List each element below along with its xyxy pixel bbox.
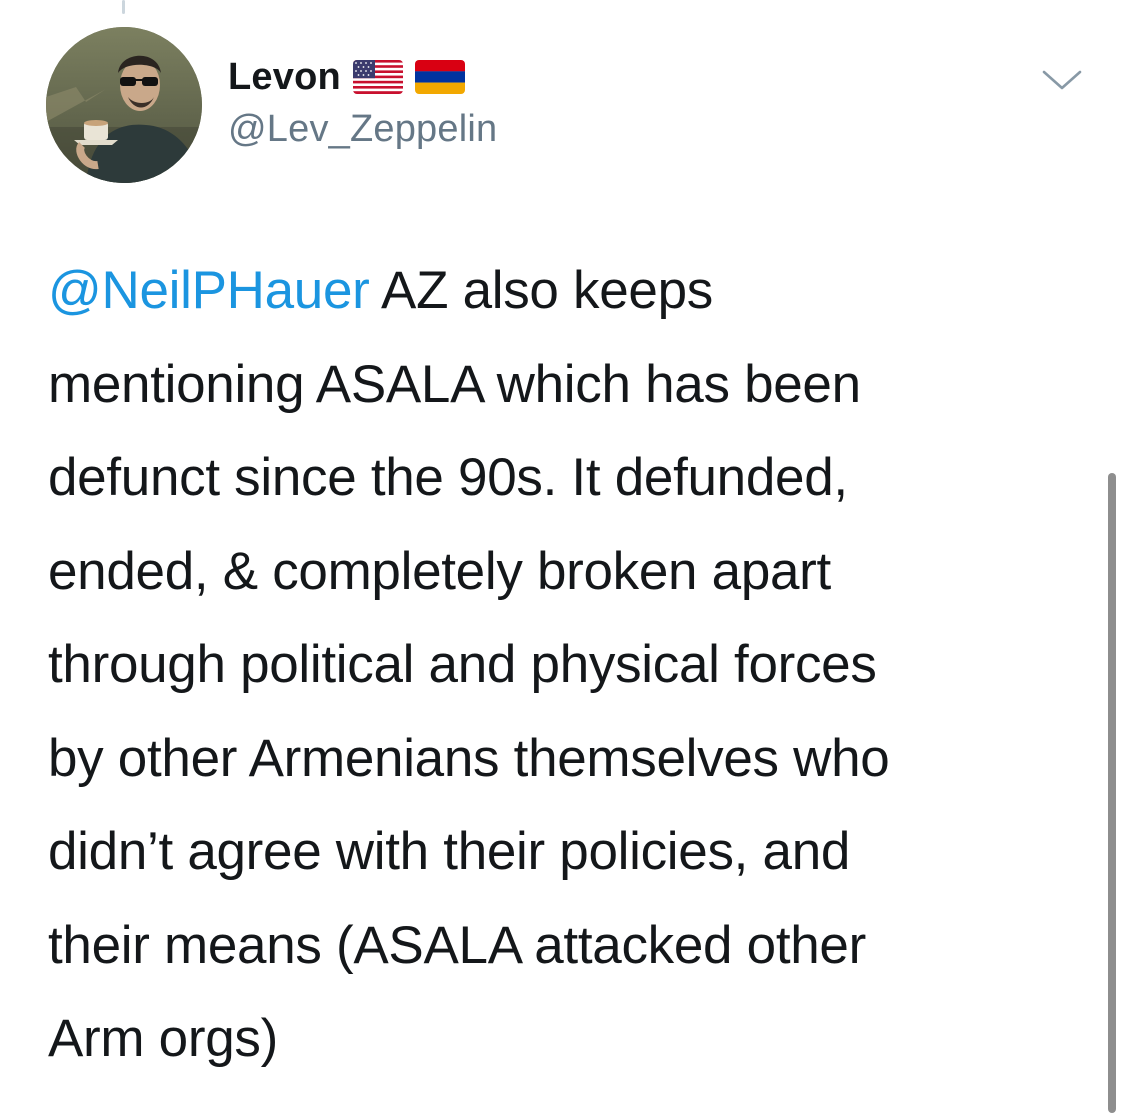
avatar-image (46, 27, 202, 183)
armenia-flag-icon (414, 60, 465, 94)
tweet-line: through political and physical forces (48, 635, 877, 694)
tweet-line: defunct since the 90s. It defunded, (48, 448, 848, 507)
tweet-line: ended, & completely broken apart (48, 541, 831, 601)
user-handle[interactable]: @Lev_Zeppelin (228, 108, 497, 151)
scrollbar[interactable] (1108, 473, 1116, 1113)
tweet-line: didn’t agree with their policies, and (48, 822, 851, 881)
chevron-down-icon[interactable] (1040, 66, 1084, 94)
display-name-row: Levon (228, 52, 465, 102)
tweet-line: @NeilPHauer AZ also keeps (48, 244, 1078, 338)
tweet-line: by other Armenians themselves who (48, 728, 890, 788)
mention-link[interactable]: @NeilPHauer (48, 261, 370, 320)
tweet-line-text: AZ also keeps (369, 261, 713, 320)
tweet-line: Arm orgs) (48, 1009, 278, 1068)
display-name[interactable]: Levon (228, 56, 341, 99)
tweet-text: @NeilPHauer AZ also keeps mentioning ASA… (48, 244, 1078, 1086)
tweet-line: mentioning ASALA which has been (48, 354, 861, 414)
thread-connector-line (122, 0, 125, 14)
us-flag-icon (352, 60, 403, 94)
avatar[interactable] (46, 27, 202, 183)
tweet-line: their means (ASALA attacked other (48, 915, 866, 975)
